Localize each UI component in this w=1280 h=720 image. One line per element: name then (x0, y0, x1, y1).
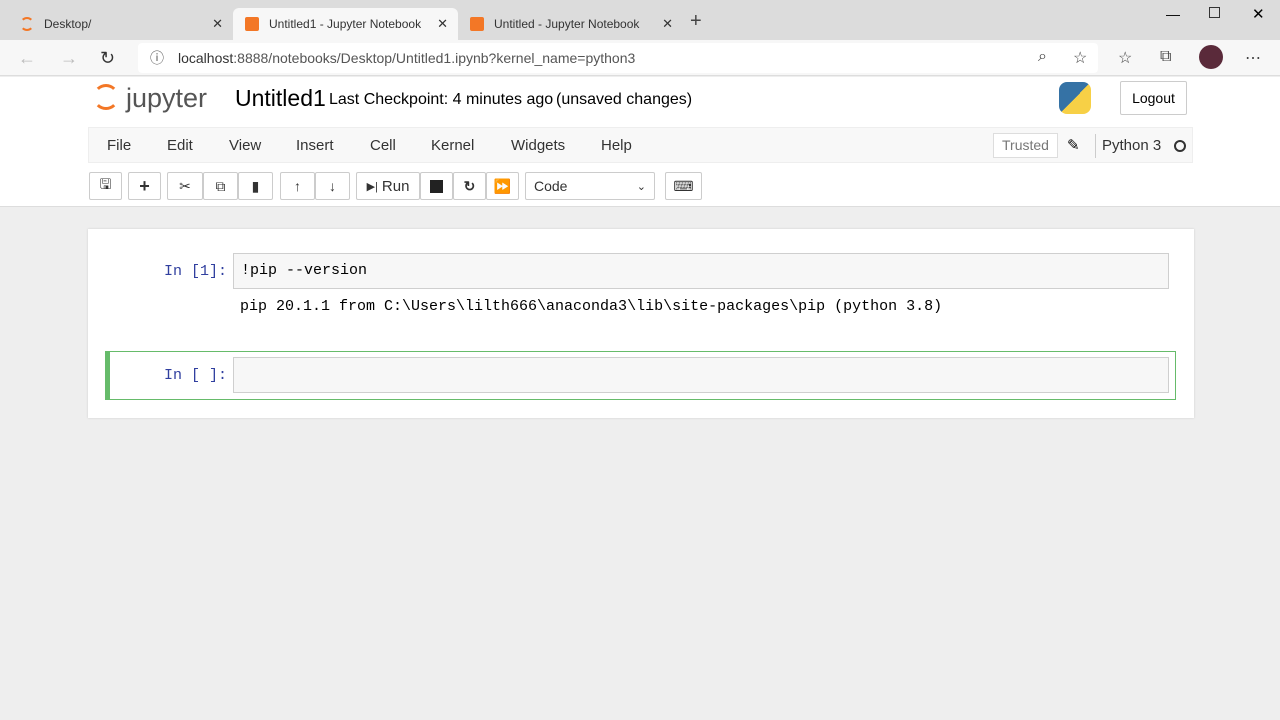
jupyter-logo-icon (93, 84, 119, 110)
plus-icon: + (139, 175, 150, 196)
minimize-icon[interactable]: — (1166, 6, 1180, 22)
favorite-icon[interactable]: ☆ (1073, 48, 1087, 68)
copy-icon: ⧉ (215, 177, 226, 194)
refresh-icon[interactable]: ↻ (100, 48, 115, 69)
insert-cell-button[interactable]: + (128, 172, 161, 200)
logout-button[interactable]: Logout (1120, 81, 1187, 115)
interrupt-button[interactable] (420, 172, 453, 200)
keyboard-icon: ⌨ (673, 177, 694, 194)
more-icon[interactable]: ⋯ (1245, 48, 1261, 68)
code-cell-input-empty[interactable] (233, 357, 1169, 393)
trusted-indicator[interactable]: Trusted (993, 133, 1058, 158)
url-host: localhost (178, 50, 234, 66)
cell-prompt: In [1]: (164, 263, 228, 280)
edit-pencil-icon[interactable]: ✎ (1067, 136, 1080, 154)
menu-file[interactable]: File (107, 137, 131, 154)
menu-help[interactable]: Help (601, 137, 632, 154)
paste-button[interactable]: ▮ (238, 172, 273, 200)
zoom-icon[interactable]: ⌕ (1038, 48, 1047, 66)
info-icon: ⓘ (150, 50, 164, 66)
save-button[interactable]: 🖫 (89, 172, 122, 200)
scissors-icon: ✂ (179, 177, 191, 194)
run-button[interactable]: ▶| Run (356, 172, 420, 200)
cut-button[interactable]: ✂ (167, 172, 203, 200)
menu-bar: File Edit View Insert Cell Kernel Widget… (88, 127, 1193, 163)
restart-button[interactable]: ↻ (453, 172, 486, 200)
kernel-name: Python 3 (1102, 137, 1162, 154)
menu-widgets[interactable]: Widgets (511, 137, 565, 154)
tab-title: Untitled - Jupyter Notebook (494, 17, 640, 31)
menu-view[interactable]: View (229, 137, 261, 154)
favorites-icon[interactable]: ☆ (1118, 48, 1132, 68)
arrow-down-icon: ↓ (329, 178, 336, 194)
fast-forward-icon: ⏩ (493, 177, 512, 194)
avatar[interactable] (1199, 45, 1223, 69)
paste-icon: ▮ (251, 177, 260, 194)
restart-run-all-button[interactable]: ⏩ (486, 172, 519, 200)
tab-title: Desktop/ (44, 17, 92, 31)
tab-desktop[interactable]: Desktop/ ✕ (8, 8, 233, 40)
forward-icon[interactable]: → (60, 48, 78, 69)
back-icon[interactable]: ← (18, 48, 36, 69)
url-path: :8888/notebooks/Desktop/Untitled1.ipynb?… (233, 50, 636, 66)
close-icon[interactable]: ✕ (437, 16, 448, 32)
checkpoint-status: Last Checkpoint: 4 minutes ago (329, 91, 554, 108)
close-icon[interactable]: ✕ (212, 16, 223, 32)
copy-button[interactable]: ⧉ (203, 172, 238, 200)
close-window-icon[interactable]: ✕ (1252, 5, 1265, 23)
cell-type-select[interactable]: Code ⌄ (525, 172, 655, 200)
stop-icon (430, 179, 443, 193)
close-icon[interactable]: ✕ (662, 16, 673, 32)
notebook-container: In [1]: !pip --version pip 20.1.1 from C… (88, 229, 1194, 418)
run-label: Run (381, 177, 410, 195)
move-down-button[interactable]: ↓ (315, 172, 350, 200)
cell-source: !pip --version (241, 262, 368, 279)
move-up-button[interactable]: ↑ (280, 172, 315, 200)
notebook-icon (245, 17, 259, 31)
python-logo-icon (1059, 82, 1091, 114)
chevron-down-icon: ⌄ (636, 180, 646, 193)
arrow-up-icon: ↑ (294, 178, 301, 194)
collections-icon[interactable]: ⧉ (1160, 48, 1171, 66)
notebook-icon (470, 17, 484, 31)
unsaved-status: (unsaved changes) (556, 91, 693, 108)
tab-title: Untitled1 - Jupyter Notebook (269, 17, 422, 31)
address-bar: ← → ↻ ⓘ localhost:8888/notebooks/Desktop/… (0, 40, 1280, 76)
new-tab-icon[interactable]: + (690, 10, 702, 33)
tab-bar: Desktop/✕ Untitled1 - Jupyter Notebook ✕ … (0, 0, 1280, 40)
menu-edit[interactable]: Edit (167, 137, 193, 154)
code-cell-input[interactable]: !pip --version (233, 253, 1169, 289)
kernel-idle-icon (1174, 140, 1186, 152)
cell-type-value: Code (534, 178, 568, 194)
tab-untitled1[interactable]: Untitled1 - Jupyter Notebook ✕ (233, 8, 458, 40)
cell-prompt: In [ ]: (164, 367, 228, 384)
step-icon: ▶| (366, 180, 378, 193)
restart-icon: ↻ (463, 177, 476, 194)
notebook-header: jupyter Untitled1 Last Checkpoint: 4 min… (0, 77, 1280, 207)
command-palette-button[interactable]: ⌨ (665, 172, 702, 200)
maximize-icon[interactable] (1209, 7, 1220, 18)
cell-output: pip 20.1.1 from C:\Users\lilth666\anacon… (240, 298, 943, 315)
notebook-title[interactable]: Untitled1 (235, 85, 326, 112)
menu-insert[interactable]: Insert (296, 137, 334, 154)
save-icon: 🖫 (99, 176, 112, 192)
jupyter-icon (20, 17, 34, 31)
url-input[interactable]: ⓘ localhost:8888/notebooks/Desktop/Untitl… (138, 43, 1098, 73)
menu-kernel[interactable]: Kernel (431, 137, 474, 154)
tab-untitled[interactable]: Untitled - Jupyter Notebook ✕ (458, 8, 683, 40)
menu-cell[interactable]: Cell (370, 137, 396, 154)
jupyter-logo[interactable]: jupyter (126, 83, 207, 114)
